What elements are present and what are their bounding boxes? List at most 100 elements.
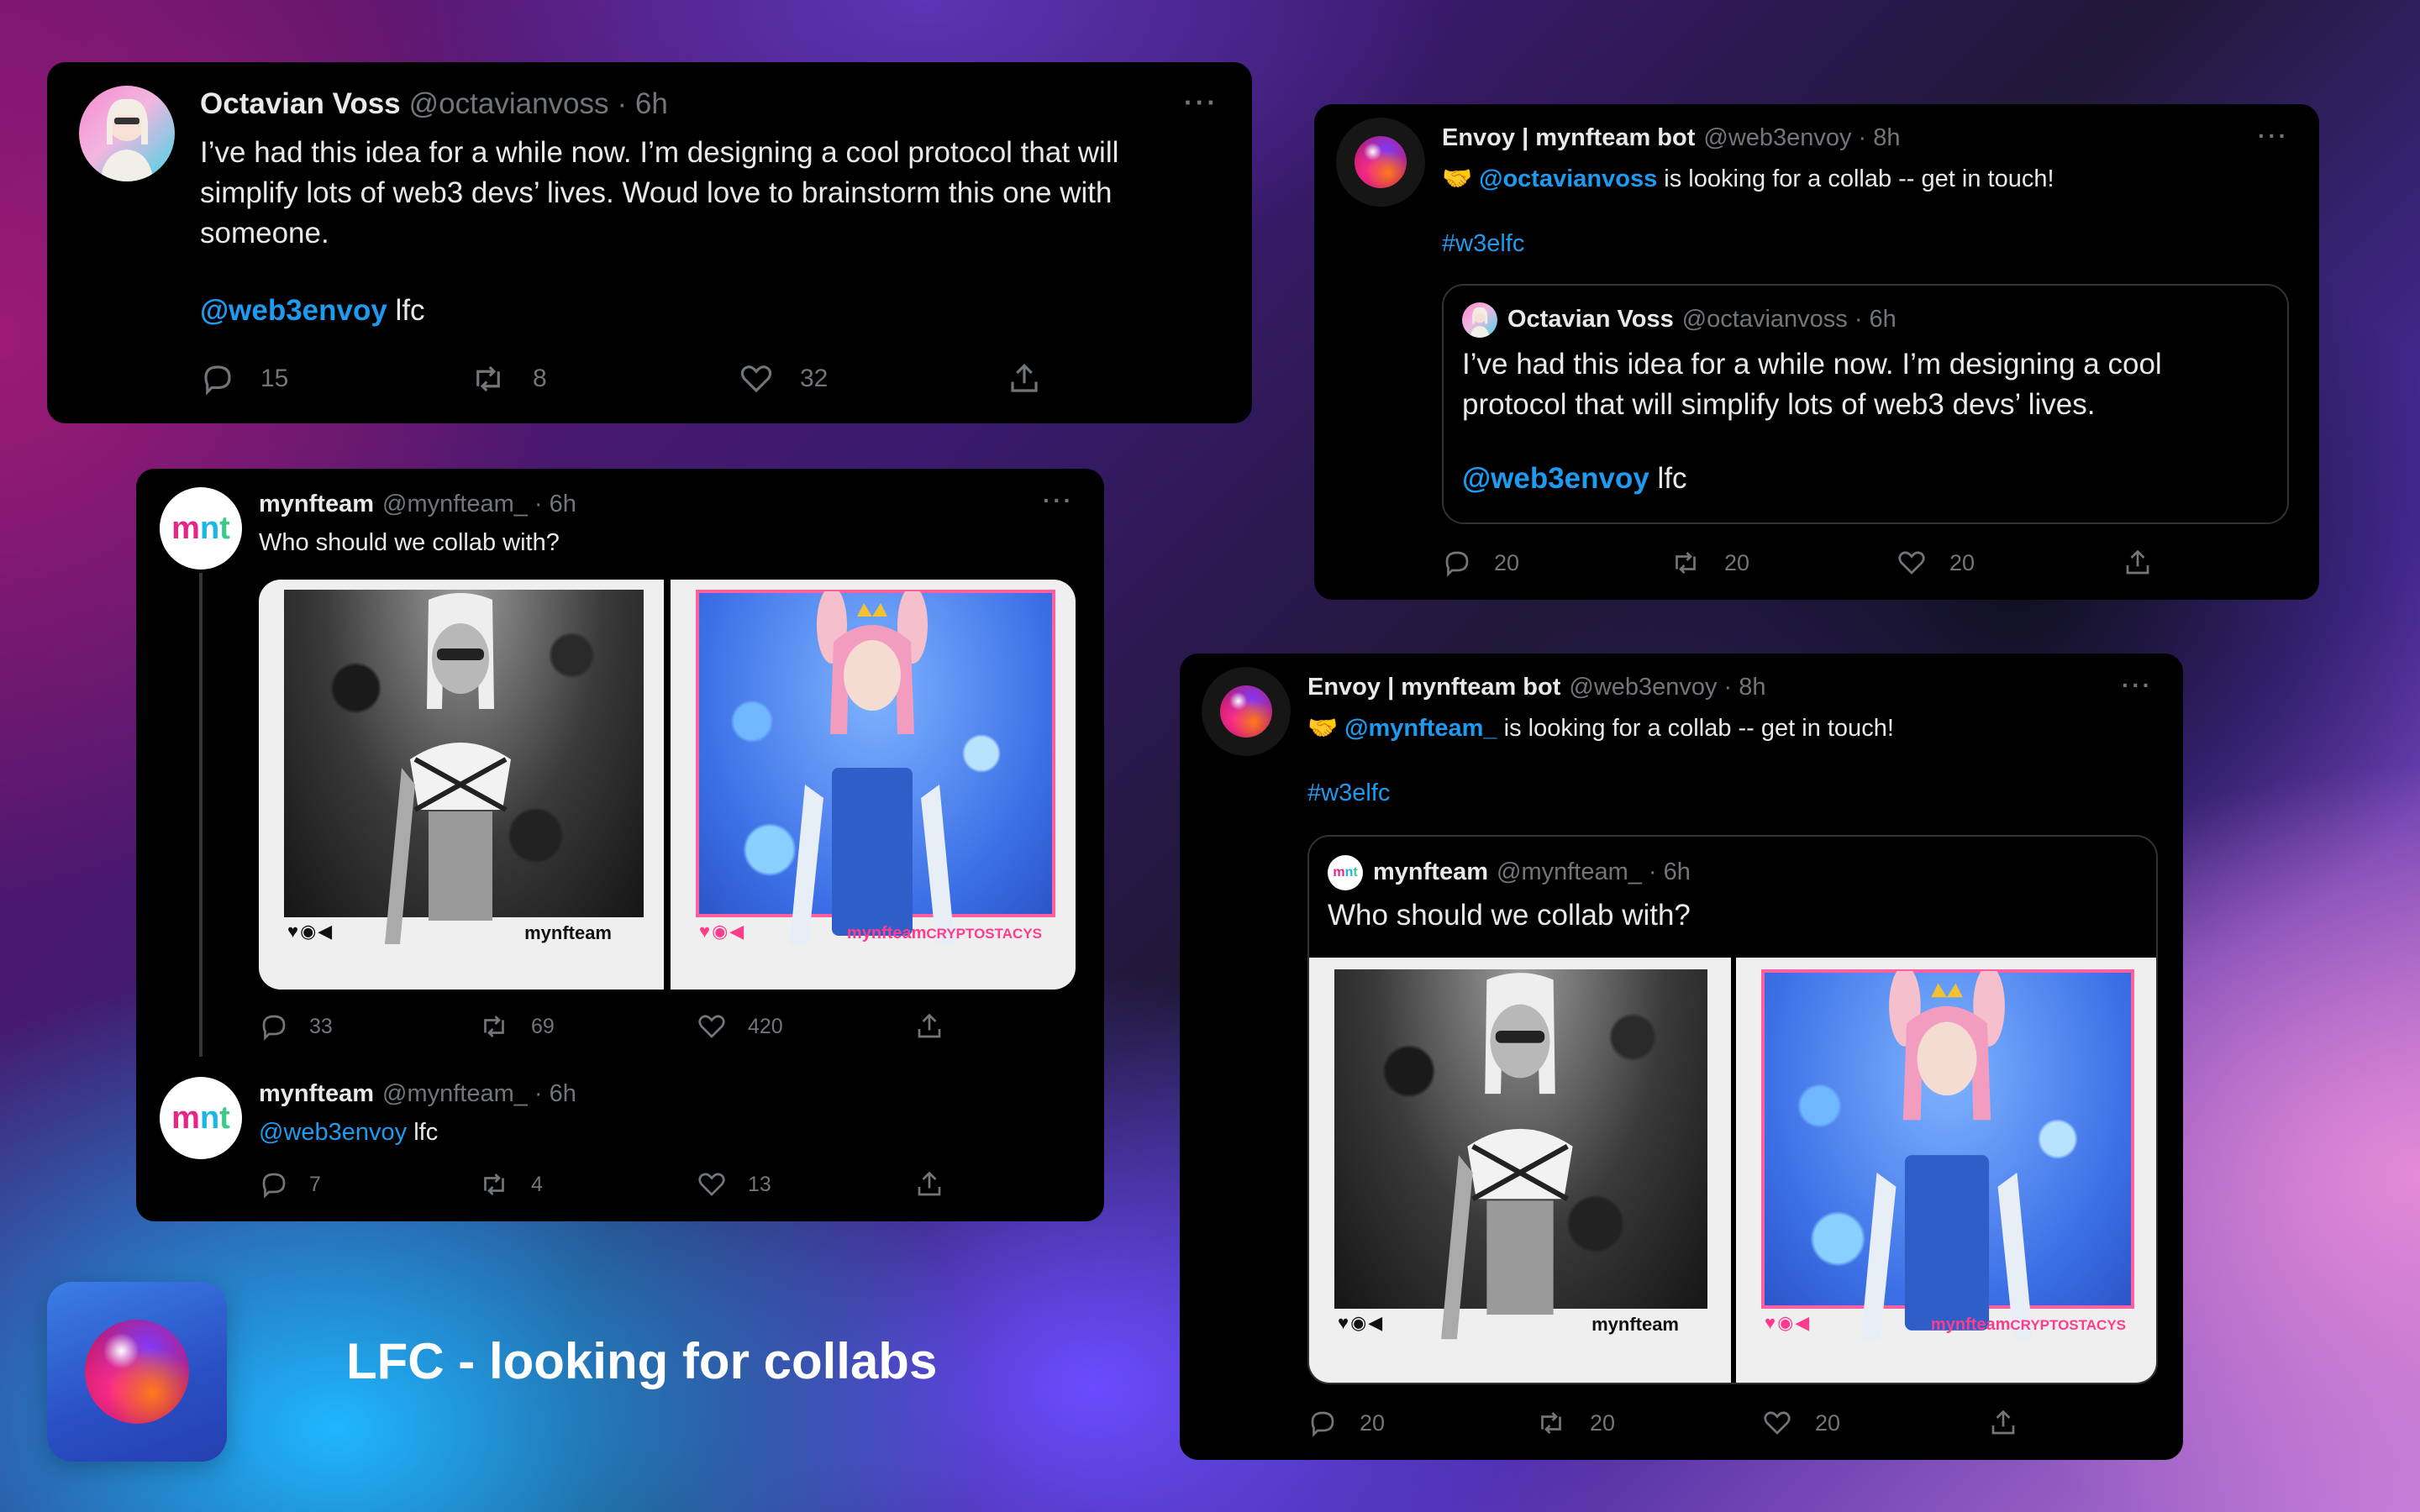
share-button[interactable] xyxy=(914,1169,944,1200)
avatar: mnt xyxy=(1328,855,1363,890)
reply-button[interactable]: 7 xyxy=(259,1169,477,1200)
nft-caption-collab: CRYPTOSTACYS xyxy=(926,926,1042,942)
share-icon xyxy=(918,1171,941,1196)
mention-link[interactable]: @octavianvoss xyxy=(1479,165,1657,192)
tweet-header: Envoy | mynfteam bot @web3envoy · 8h xyxy=(1307,674,1766,701)
reply-mention-suffix: lfc xyxy=(407,1119,439,1146)
like-count: 20 xyxy=(1949,549,1975,575)
hashtag-link[interactable]: #w3elfc xyxy=(1307,780,1390,807)
reply-icon xyxy=(1445,551,1469,577)
like-button[interactable]: 420 xyxy=(696,1011,914,1042)
like-button[interactable]: 32 xyxy=(738,361,1007,396)
mnt-logo-t: t xyxy=(1353,865,1358,879)
like-button[interactable]: 13 xyxy=(696,1169,914,1200)
nft-caption: mynfteamCRYPTOSTACYS xyxy=(847,924,1042,943)
avatar[interactable]: mnt xyxy=(160,487,242,570)
avatar[interactable]: mnt xyxy=(160,1077,242,1159)
reply-button[interactable]: 20 xyxy=(1442,548,1669,578)
nft-image-color: ♥◉◀ mynfteamCRYPTOSTACYS xyxy=(1736,958,2156,1383)
author-handle[interactable]: @web3envoy xyxy=(1703,124,1851,152)
timestamp[interactable]: · 6h xyxy=(618,87,668,121)
share-button[interactable] xyxy=(1988,1408,2018,1438)
author-name[interactable]: Octavian Voss xyxy=(200,87,401,121)
reply-icon xyxy=(204,365,231,396)
quote-mention-suffix: lfc xyxy=(1649,462,1687,495)
quoted-tweet[interactable]: mnt mynfteam @mynfteam_ · 6h Who should … xyxy=(1307,835,2158,1384)
avatar xyxy=(1462,302,1497,338)
reply-button[interactable]: 33 xyxy=(259,1011,477,1042)
quote-author-name: mynfteam xyxy=(1373,858,1488,885)
retweet-button[interactable]: 4 xyxy=(477,1169,696,1200)
quoted-tweet[interactable]: Octavian Voss @octavianvoss · 6h I’ve ha… xyxy=(1442,284,2289,524)
reply-count: 15 xyxy=(260,365,289,392)
retweet-button[interactable]: 8 xyxy=(469,361,738,396)
mnt-logo-m: m xyxy=(171,510,200,546)
reply-mention-link[interactable]: @web3envoy xyxy=(259,1119,407,1146)
nft-image-grayscale[interactable]: ♥◉◀ mynfteam xyxy=(259,580,664,990)
retweet-icon xyxy=(484,1173,504,1195)
reply-icon xyxy=(1311,1411,1334,1437)
avatar[interactable] xyxy=(1202,667,1291,756)
heart-icon xyxy=(698,1173,725,1196)
share-button[interactable] xyxy=(1007,361,1042,396)
hashtag-link[interactable]: #w3elfc xyxy=(1442,230,1524,258)
reply-text: @web3envoy lfc xyxy=(259,1119,438,1147)
like-button[interactable]: 20 xyxy=(1896,548,2123,578)
like-count: 13 xyxy=(748,1172,771,1196)
mention-link[interactable]: @mynfteam_ xyxy=(1344,715,1497,742)
author-name[interactable]: Envoy | mynfteam bot xyxy=(1442,124,1695,152)
like-button[interactable]: 20 xyxy=(1761,1408,1988,1438)
reply-count: 20 xyxy=(1360,1410,1386,1436)
reply-button[interactable]: 15 xyxy=(200,361,469,396)
timestamp[interactable]: · 8h xyxy=(1859,124,1901,152)
quote-timestamp: · 6h xyxy=(1854,306,1897,333)
app-logo xyxy=(47,1282,227,1462)
envoy-orb-icon xyxy=(1220,685,1272,738)
reply-timestamp[interactable]: · 6h xyxy=(534,1080,576,1108)
mnt-logo-t: t xyxy=(219,510,230,546)
nft-caption: mynfteam xyxy=(1591,1314,1679,1335)
quote-author-name: Octavian Voss xyxy=(1507,306,1674,333)
share-button[interactable] xyxy=(914,1011,944,1042)
author-name[interactable]: Envoy | mynfteam bot xyxy=(1307,674,1560,701)
retweet-button[interactable]: 20 xyxy=(1669,548,1896,578)
share-icon xyxy=(1011,364,1038,392)
more-options-icon[interactable]: ··· xyxy=(1043,487,1074,514)
action-bar: 20 20 20 xyxy=(1307,1408,2018,1438)
share-icon xyxy=(1991,1410,2015,1435)
author-handle[interactable]: @octavianvoss xyxy=(409,87,609,121)
avatar[interactable] xyxy=(79,86,175,181)
retweet-button[interactable]: 69 xyxy=(477,1011,696,1042)
reply-author-name[interactable]: mynfteam xyxy=(259,1080,374,1108)
retweet-icon xyxy=(476,365,500,392)
more-options-icon[interactable]: ··· xyxy=(1184,87,1218,118)
tweet-media[interactable]: ♥◉◀ mynfteam ♥◉◀ mynfteamCRYPTOSTACYS xyxy=(259,580,1076,990)
mnt-logo-t: t xyxy=(219,1100,230,1136)
timestamp[interactable]: · 6h xyxy=(534,491,576,518)
like-count: 32 xyxy=(800,365,829,392)
retweet-button[interactable]: 20 xyxy=(1534,1408,1761,1438)
retweet-icon xyxy=(484,1016,504,1037)
author-name[interactable]: mynfteam xyxy=(259,491,374,518)
share-button[interactable] xyxy=(2123,548,2153,578)
reply-count: 33 xyxy=(309,1014,333,1038)
author-handle[interactable]: @mynfteam_ xyxy=(382,491,528,518)
reply-icon xyxy=(262,1015,286,1041)
reply-button[interactable]: 20 xyxy=(1307,1408,1534,1438)
tweet-text: I’ve had this idea for a while now. I’m … xyxy=(200,136,1119,249)
nft-reaction-icons: ♥◉◀ xyxy=(1765,1312,1812,1333)
reply-author-handle[interactable]: @mynfteam_ xyxy=(382,1080,528,1108)
retweet-icon xyxy=(1541,1412,1561,1434)
more-options-icon[interactable]: ··· xyxy=(2122,672,2153,699)
timestamp[interactable]: · 8h xyxy=(1724,674,1766,701)
author-handle[interactable]: @web3envoy xyxy=(1569,674,1717,701)
nft-caption-collab: CRYPTOSTACYS xyxy=(2010,1317,2126,1333)
person-icon xyxy=(100,98,154,181)
reply-action-bar: 7 4 13 xyxy=(259,1169,944,1200)
avatar[interactable] xyxy=(1336,118,1425,207)
mention-link[interactable]: @web3envoy xyxy=(200,294,387,327)
handshake-icon: 🤝 xyxy=(1307,715,1339,742)
more-options-icon[interactable]: ··· xyxy=(2258,123,2289,150)
nft-image-color[interactable]: ♥◉◀ mynfteamCRYPTOSTACYS xyxy=(671,580,1076,990)
tweet-text: 🤝 @mynfteam_ is looking for a collab -- … xyxy=(1307,714,1894,743)
